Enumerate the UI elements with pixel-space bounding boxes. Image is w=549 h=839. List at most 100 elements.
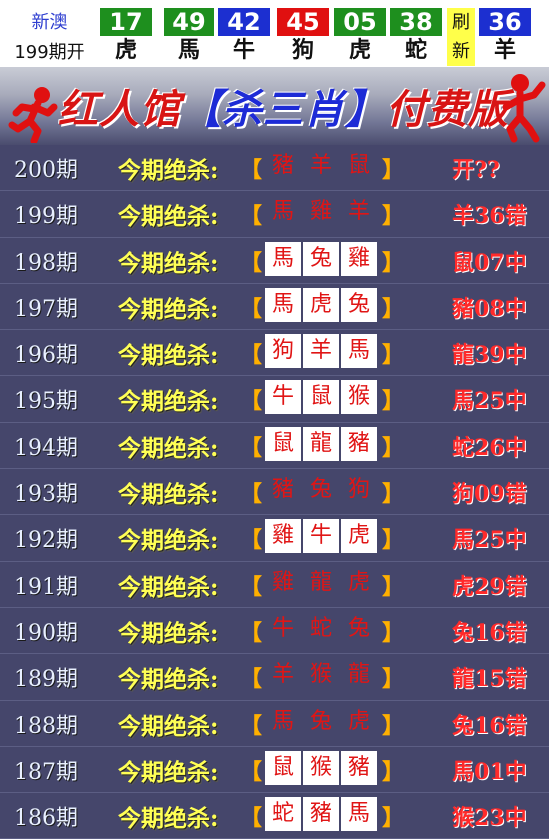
bracket-left: 【 xyxy=(240,296,263,322)
bracket-left: 【 xyxy=(240,158,263,183)
zodiac-group: 豬兔狗 xyxy=(266,474,376,506)
prediction-row: 188期 今期绝杀: 【馬兔虎】 兔16错 xyxy=(0,701,549,747)
zodiac-cell: 鼠 xyxy=(347,153,370,178)
region-label: 新澳 xyxy=(31,12,68,33)
zodiac-cell: 龍 xyxy=(303,426,339,461)
row-result: 兔16错 xyxy=(452,619,527,646)
zodiac-cell: 虎 xyxy=(341,519,377,554)
row-result: 鼠07中 xyxy=(452,249,527,276)
bracket-left: 【 xyxy=(240,574,263,600)
banner: 红人馆【杀三肖】付费版 xyxy=(0,67,549,145)
ball-number: 05 xyxy=(334,8,386,36)
lottery-result-bar: 新澳 199期开 17 虎 49 馬 42 牛 45 狗 05 虎 38 蛇 刷新 36 羊 xyxy=(0,0,549,67)
bracket-right: 】 xyxy=(382,435,405,461)
result-ball: 38 蛇 xyxy=(390,8,442,66)
row-prompt: 今期绝杀: xyxy=(118,388,219,416)
row-prompt: 今期绝杀: xyxy=(118,249,219,277)
prediction-row: 195期 今期绝杀: 【牛鼠猴】 馬25中 xyxy=(0,376,549,423)
prediction-list: 200期 今期绝杀: 【豬羊鼠】开?? 199期 今期绝杀: 【馬雞羊】羊36错 198期今… xyxy=(0,145,549,839)
zodiac-cell: 馬 xyxy=(341,334,377,369)
refresh-button[interactable]: 刷新 xyxy=(447,8,475,66)
bracket-left: 【 xyxy=(240,482,263,508)
row-result: 馬25中 xyxy=(452,388,527,415)
row-prompt: 今期绝杀: xyxy=(118,619,219,647)
row-period: 196期 xyxy=(14,343,78,369)
bracket-right: 】 xyxy=(382,482,405,508)
banner-title-highlight: 【杀三肖】 xyxy=(181,86,386,133)
red-runner-icon xyxy=(8,87,58,143)
zodiac-cell: 兔 xyxy=(309,477,332,503)
bracket-right: 】 xyxy=(382,204,405,230)
bracket-left: 【 xyxy=(240,620,263,646)
row-period: 190期 xyxy=(14,620,78,646)
row-prompt: 今期绝杀: xyxy=(118,527,219,555)
zodiac-cell: 猴 xyxy=(309,662,332,688)
ball-number: 38 xyxy=(390,8,442,36)
row-result: 馬01中 xyxy=(452,758,527,785)
zodiac-cell: 蛇 xyxy=(265,797,301,832)
red-runner-icon xyxy=(502,74,546,143)
bracket-right: 】 xyxy=(382,806,405,832)
zodiac-cell: 馬 xyxy=(265,241,301,276)
banner-title-part: 红人馆 xyxy=(58,86,181,133)
row-result: 猴23中 xyxy=(452,805,527,832)
prediction-row: 194期 今期绝杀: 【鼠龍豬】 蛇26中 xyxy=(0,423,549,470)
row-period: 199期 xyxy=(14,204,78,230)
row-prompt: 今期绝杀: xyxy=(118,666,219,694)
bracket-right: 】 xyxy=(382,296,405,322)
bracket-right: 】 xyxy=(382,713,405,739)
zodiac-cell: 牛 xyxy=(303,519,339,554)
row-period: 187期 xyxy=(14,759,78,785)
ball-zodiac: 牛 xyxy=(232,38,255,63)
zodiac-cell: 鼠 xyxy=(265,426,301,461)
bracket-left: 【 xyxy=(240,667,263,693)
zodiac-cell: 鼠 xyxy=(303,380,339,415)
row-period: 188期 xyxy=(14,713,78,739)
prediction-row: 192期 今期绝杀: 【雞牛虎】 馬25中 xyxy=(0,515,549,562)
ball-zodiac: 虎 xyxy=(114,38,137,63)
zodiac-cell: 狗 xyxy=(347,477,370,503)
row-prompt: 今期绝杀: xyxy=(118,573,219,601)
zodiac-group: 羊猴龍 xyxy=(266,659,376,691)
result-ball: 05 虎 xyxy=(334,8,386,66)
prediction-row: 198期 今期绝杀: 【馬兔雞】 鼠07中 xyxy=(0,238,549,284)
zodiac-cell: 兔 xyxy=(309,708,332,734)
row-result: 豬08中 xyxy=(452,295,527,322)
prediction-row: 191期 今期绝杀: 【雞龍虎】 虎29错 xyxy=(0,562,549,608)
zodiac-cell: 龍 xyxy=(309,569,332,595)
prediction-row: 189期 今期绝杀: 【羊猴龍】 龍15错 xyxy=(0,654,549,701)
row-result: 虎29错 xyxy=(452,573,527,600)
row-period: 189期 xyxy=(14,667,78,693)
zodiac-cell: 兔 xyxy=(341,287,377,322)
zodiac-cell: 猴 xyxy=(303,750,339,785)
row-prompt: 今期绝杀: xyxy=(118,203,219,231)
zodiac-group: 馬虎兔 xyxy=(265,287,377,322)
zodiac-group: 鼠龍豬 xyxy=(265,426,377,461)
bracket-left: 【 xyxy=(240,250,263,276)
row-period: 200期 xyxy=(14,158,78,183)
prediction-row: 190期 今期绝杀: 【牛蛇兔】 兔16错 xyxy=(0,608,549,655)
zodiac-cell: 豬 xyxy=(271,477,294,503)
zodiac-cell: 鼠 xyxy=(265,750,301,785)
row-period: 191期 xyxy=(14,574,78,600)
ball-number: 36 xyxy=(479,8,531,36)
row-prompt: 今期绝杀: xyxy=(118,434,219,462)
zodiac-cell: 兔 xyxy=(347,615,370,641)
zodiac-group: 馬兔虎 xyxy=(266,706,376,738)
zodiac-group: 鼠猴豬 xyxy=(265,750,377,785)
bracket-left: 【 xyxy=(240,435,263,461)
prediction-row: 196期 今期绝杀: 【狗羊馬】 龍39中 xyxy=(0,330,549,377)
zodiac-cell: 豬 xyxy=(303,797,339,832)
row-prompt: 今期绝杀: xyxy=(118,157,219,184)
bracket-left: 【 xyxy=(240,528,263,554)
zodiac-group: 牛鼠猴 xyxy=(265,380,377,415)
bracket-right: 】 xyxy=(382,667,405,693)
prediction-row: 187期 今期绝杀: 【鼠猴豬】 馬01中 xyxy=(0,747,549,794)
result-ball: 17 虎 xyxy=(100,8,152,66)
bracket-left: 【 xyxy=(240,713,263,739)
result-ball: 42 牛 xyxy=(218,8,270,66)
zodiac-cell: 虎 xyxy=(303,287,339,322)
row-result: 龍39中 xyxy=(452,342,527,369)
prediction-row: 193期 今期绝杀: 【豬兔狗】 狗09错 xyxy=(0,469,549,516)
row-result: 羊36错 xyxy=(452,203,527,230)
